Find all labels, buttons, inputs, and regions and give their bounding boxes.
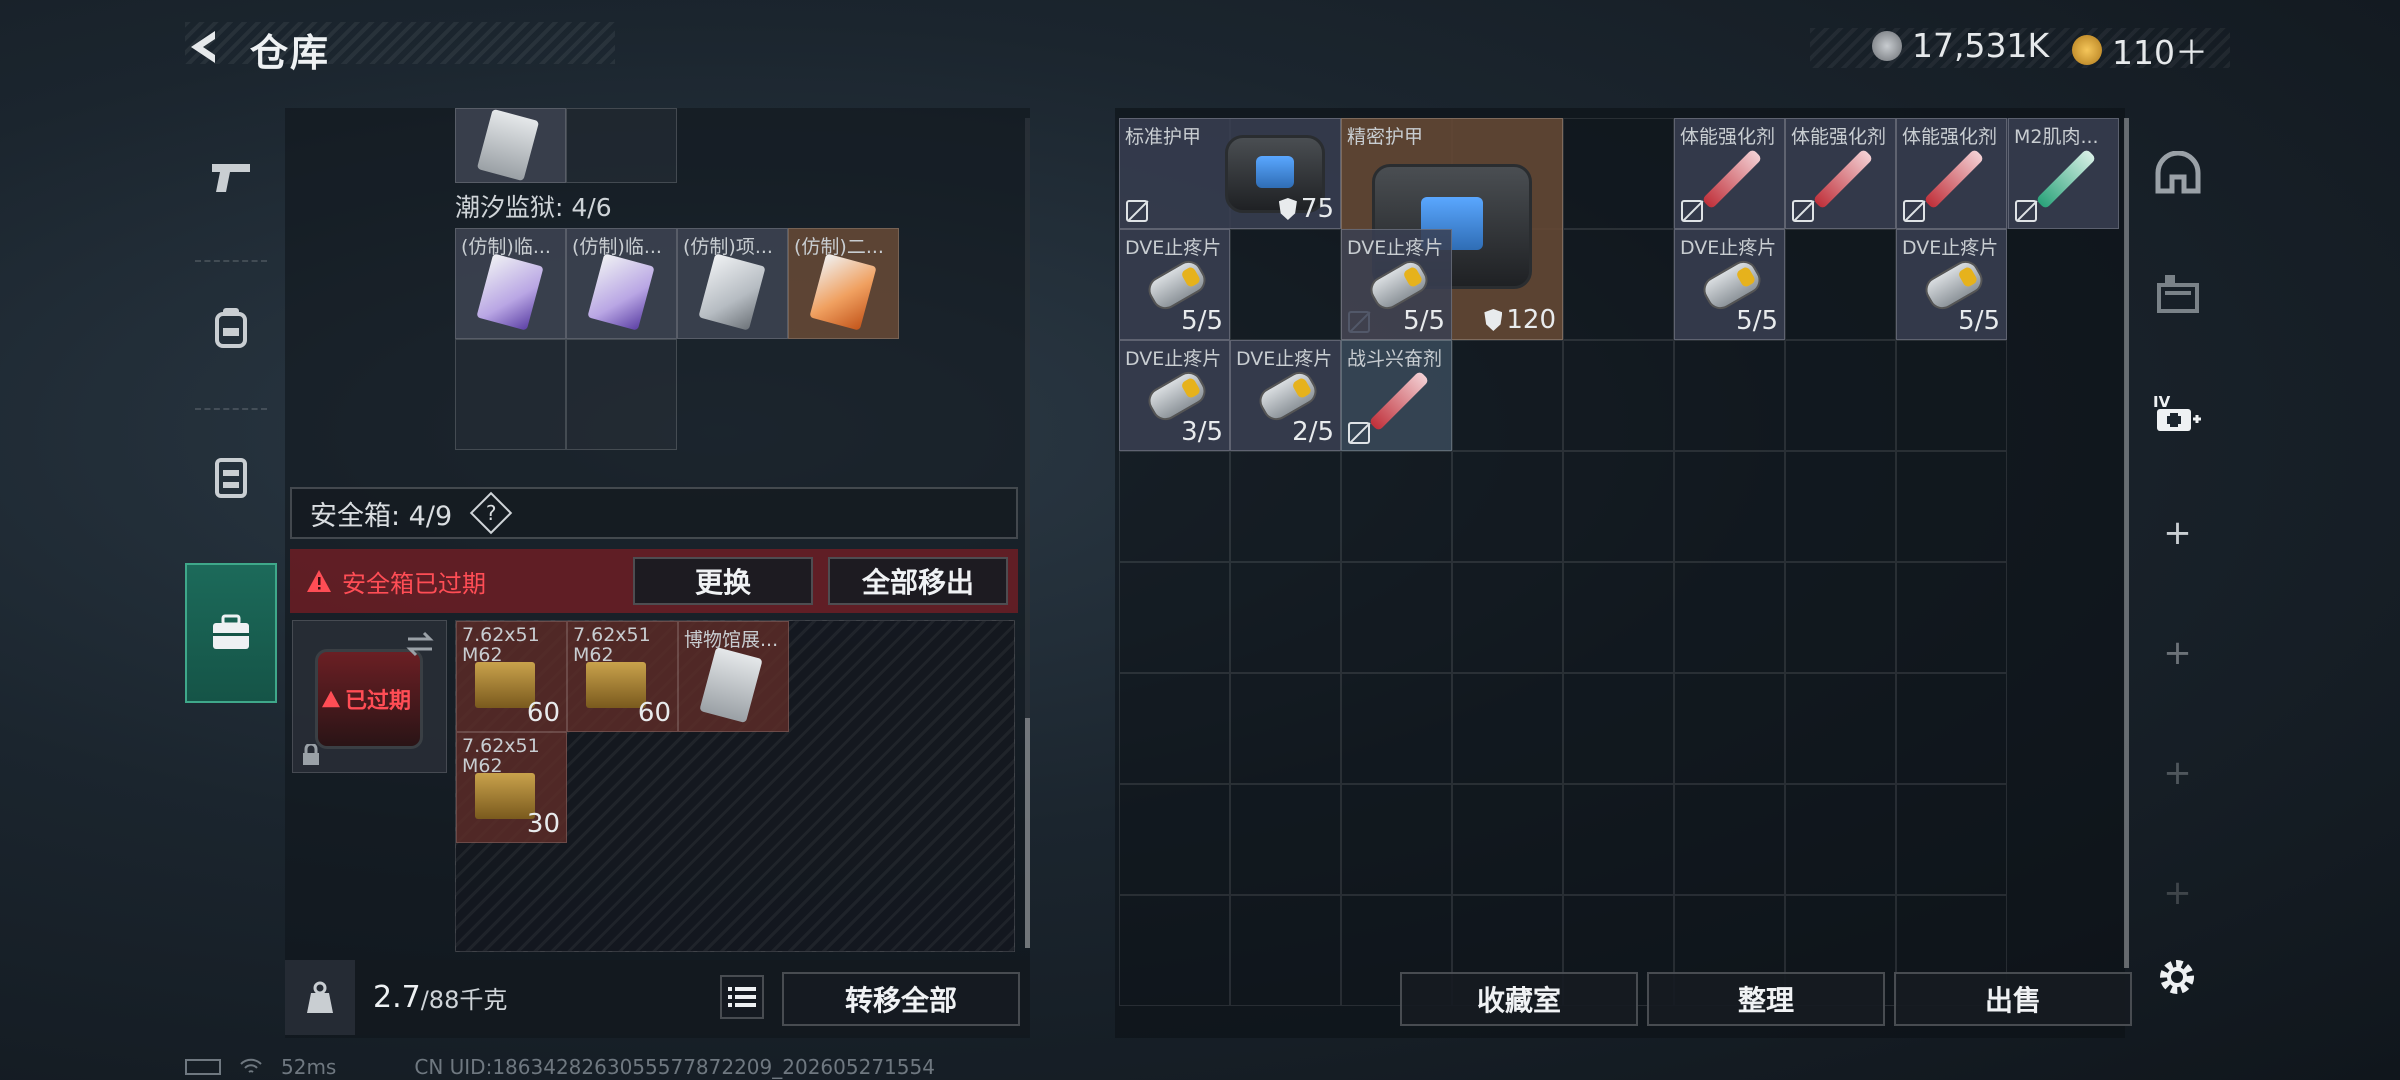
- expired-text: 安全箱已过期: [342, 569, 486, 598]
- museum-item[interactable]: 博物馆展...: [678, 621, 789, 732]
- replace-button[interactable]: 更换: [633, 557, 813, 605]
- pistol-icon: [212, 164, 250, 192]
- swap-icon[interactable]: [404, 631, 436, 657]
- vest-icon: [215, 458, 247, 498]
- ping-value: 52ms: [281, 1055, 337, 1079]
- safebox-header: 安全箱: 4/9 ?: [290, 487, 1018, 539]
- painkiller-item[interactable]: DVE止疼片 3/5: [1119, 340, 1230, 451]
- combat-stim-item[interactable]: 战斗兴奋剂: [1341, 340, 1452, 451]
- prison-item[interactable]: (仿制)项...: [677, 228, 788, 339]
- backpack-icon: [215, 308, 247, 348]
- sidebar-item-weapons[interactable]: [185, 108, 277, 248]
- warning-icon: [307, 570, 331, 592]
- stash-tab-1[interactable]: [2140, 118, 2215, 228]
- ammo-item[interactable]: 7.62x51 M62 30: [456, 732, 567, 843]
- ammo-item[interactable]: 7.62x51 M62 60: [567, 621, 678, 732]
- storage-rack-icon: [2156, 275, 2199, 313]
- helmet-icon: [2155, 151, 2200, 194]
- stim-item[interactable]: 体能强化剂: [1674, 118, 1785, 229]
- sell-button[interactable]: 出售: [1894, 972, 2132, 1026]
- wifi-icon: [240, 1058, 262, 1073]
- sidebar-item-backpack[interactable]: [185, 258, 277, 398]
- empty-slot[interactable]: [566, 108, 677, 183]
- list-view-button[interactable]: [720, 975, 764, 1019]
- prison-label: 潮汐监狱: 4/6: [455, 193, 612, 222]
- collection-button[interactable]: 收藏室: [1400, 972, 1638, 1026]
- help-icon[interactable]: ?: [469, 491, 513, 535]
- stash-panel: 标准护甲 75 精密护甲 120 体能强化剂 体能强化剂 体能强化剂 M2肌肉.…: [1115, 108, 2129, 1038]
- no-compare-icon: [1792, 200, 1814, 222]
- add-tab-button[interactable]: +: [2140, 598, 2215, 708]
- safebox-slot[interactable]: 已过期: [292, 620, 447, 773]
- stash-tab-bar: IV + + + +: [2140, 108, 2215, 958]
- box-expired-label: 已过期: [345, 689, 412, 714]
- remove-all-button[interactable]: 全部移出: [828, 557, 1008, 605]
- gear-icon: [2160, 960, 2194, 994]
- stash-tab-medical[interactable]: IV: [2140, 358, 2215, 468]
- safebox-title: 安全箱: 4/9: [310, 500, 453, 532]
- no-compare-icon: [1348, 422, 1370, 444]
- add-tab-button[interactable]: +: [2140, 478, 2215, 588]
- sidebar-item-vest[interactable]: [185, 408, 277, 548]
- stim-item-m2[interactable]: M2肌肉...: [2008, 118, 2119, 229]
- prison-item[interactable]: (仿制)临...: [455, 228, 566, 339]
- stim-item[interactable]: 体能强化剂: [1896, 118, 2007, 229]
- painkiller-item[interactable]: DVE止疼片 5/5: [1341, 229, 1452, 340]
- stim-item[interactable]: 体能强化剂: [1785, 118, 1896, 229]
- settings-button[interactable]: [2152, 952, 2202, 1002]
- painkiller-item[interactable]: DVE止疼片 5/5: [1119, 229, 1230, 340]
- back-arrow-icon: [191, 31, 215, 63]
- empty-slot[interactable]: [566, 339, 677, 450]
- hafcoin-amount: 17,531K: [1912, 26, 2050, 65]
- painkiller-item[interactable]: DVE止疼片 5/5: [1674, 229, 1785, 340]
- armor-item-standard[interactable]: 标准护甲 75: [1119, 118, 1341, 229]
- shield-icon: [1484, 309, 1503, 331]
- stash-tab-2[interactable]: [2140, 238, 2215, 348]
- prison-item[interactable]: (仿制)临...: [566, 228, 677, 339]
- weight-value: 2.7: [373, 980, 421, 1015]
- list-icon: [728, 987, 756, 1007]
- premium-amount: 110＋: [2112, 33, 2208, 72]
- no-compare-icon: [1126, 200, 1148, 222]
- no-compare-icon: [1903, 200, 1925, 222]
- page-title: 仓库: [250, 31, 331, 75]
- weight-icon: [307, 981, 333, 1013]
- prison-item[interactable]: (仿制)二...: [788, 228, 899, 339]
- no-compare-icon: [2015, 200, 2037, 222]
- weight-max: /88千克: [420, 986, 508, 1014]
- warning-icon: [322, 690, 340, 708]
- back-button[interactable]: [185, 24, 225, 70]
- sort-button[interactable]: 整理: [1647, 972, 1885, 1026]
- premium-coin-icon: [2072, 35, 2102, 65]
- item-slot[interactable]: [455, 108, 566, 183]
- currency-hafcoin: 17,531K: [1872, 26, 2049, 65]
- add-tab-button[interactable]: +: [2140, 718, 2215, 828]
- hafcoin-icon: [1872, 30, 1902, 61]
- painkiller-item[interactable]: DVE止疼片 5/5: [1896, 229, 2007, 340]
- uid-text: CN UID:1863428263055577872209_2026052715…: [414, 1055, 935, 1079]
- left-sidebar: [185, 108, 277, 708]
- add-tab-button[interactable]: +: [2140, 838, 2215, 948]
- toolbox-icon: [213, 614, 249, 649]
- left-scrollbar[interactable]: [1025, 118, 1030, 948]
- no-compare-icon: [1681, 200, 1703, 222]
- ammo-item[interactable]: 7.62x51 M62 60: [456, 621, 567, 732]
- currency-premium[interactable]: 110＋: [2072, 26, 2208, 74]
- medkit-icon: IV: [2153, 393, 2201, 431]
- lock-icon: [303, 744, 319, 765]
- shield-icon: [1278, 198, 1297, 220]
- sidebar-item-safebox[interactable]: [185, 563, 277, 703]
- empty-slot[interactable]: [455, 339, 566, 450]
- svg-text:IV: IV: [2153, 393, 2171, 411]
- stash-scrollbar[interactable]: [2124, 118, 2129, 968]
- painkiller-item[interactable]: DVE止疼片 2/5: [1230, 340, 1341, 451]
- safebox-grid: 7.62x51 M62 60 7.62x51 M62 60 博物馆展... 7.…: [455, 620, 1015, 952]
- transfer-all-button[interactable]: 转移全部: [782, 972, 1020, 1026]
- status-bar: 52ms CN UID:1863428263055577872209_20260…: [185, 1055, 935, 1079]
- battery-icon: [185, 1059, 221, 1075]
